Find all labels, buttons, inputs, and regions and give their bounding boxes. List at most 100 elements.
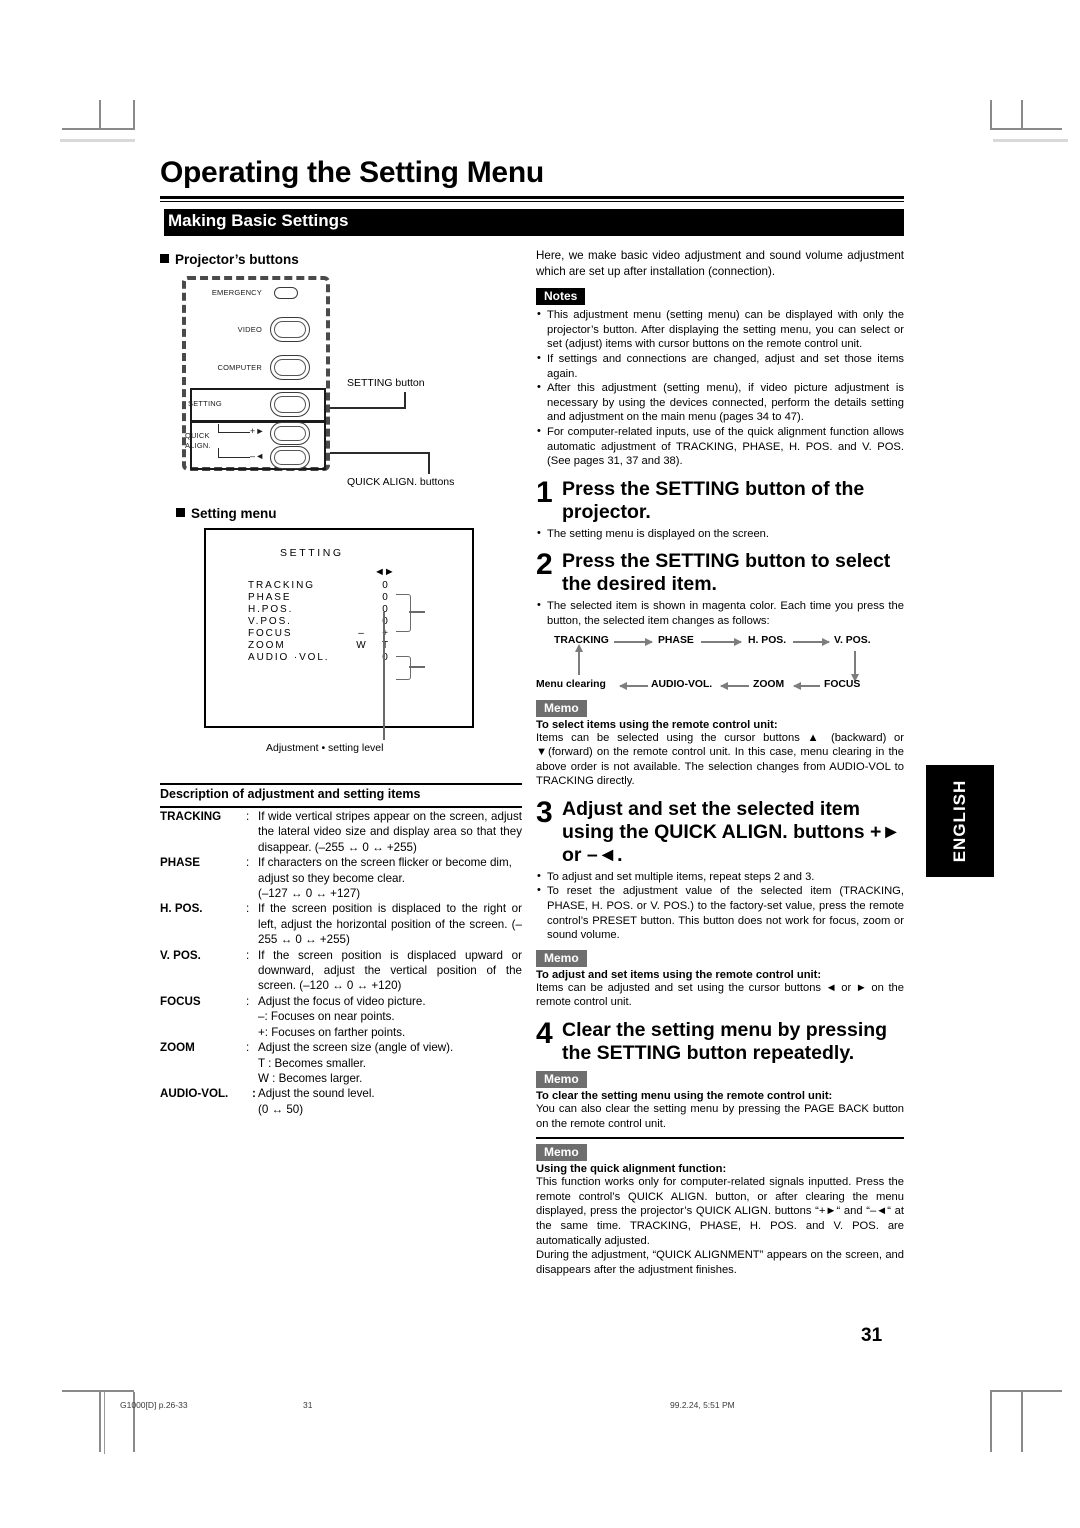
memo-divider-rule: [536, 1137, 904, 1140]
setting-button[interactable]: [270, 392, 310, 417]
desc-rule-bottom: [160, 806, 522, 808]
desc-colon-4: :: [246, 994, 250, 1008]
computer-button[interactable]: [270, 355, 310, 380]
flow-arrow-audiovol-menuclear: [619, 681, 648, 690]
desc-body-focus: Adjust the focus of video picture. –: Fo…: [258, 994, 522, 1040]
label-setting: SETTING: [188, 399, 222, 408]
desc-term-phase: PHASE: [160, 856, 200, 870]
flow-arrow-focus-zoom: [793, 681, 820, 690]
desc-term-tracking: TRACKING: [160, 810, 222, 823]
flow-arrow-vpos-focus: [851, 650, 859, 682]
desc-row-hpos: H. POS. : If the screen position is disp…: [160, 901, 522, 947]
desc-body-focus-near: –: Focuses on near points.: [258, 1010, 395, 1024]
video-button-inner: [274, 321, 306, 338]
step-4: 4 Clear the setting menu by pressing the…: [536, 1019, 904, 1065]
memo-tag-1: Memo: [536, 699, 587, 717]
section-banner: Making Basic Settings: [160, 209, 904, 236]
setting-callout-h: [330, 407, 406, 409]
step-3-bullet-1: To adjust and set multiple items, repeat…: [536, 869, 904, 885]
desc-body-hpos: If the screen position is displaced to t…: [258, 902, 522, 947]
step-3-bullet-2: To reset the adjustment value of the sel…: [536, 883, 904, 942]
step-1-number: 1: [536, 475, 553, 509]
memo-3-body: You can also clear the setting menu by p…: [536, 1103, 904, 1130]
setting-callout-v: [404, 392, 406, 408]
crop-mark-br-v: [990, 1392, 992, 1452]
menu-val-zoom-w: W: [356, 640, 366, 651]
desc-body-audiovol: Adjust the sound level. (0 ↔ 50): [258, 1086, 522, 1117]
bracket-lower: [396, 656, 411, 680]
desc-term-zoom: ZOOM: [160, 1041, 195, 1055]
flow-node-vpos: V. POS.: [834, 634, 871, 646]
desc-colon-0: :: [246, 810, 250, 823]
note-item-3: After this adjustment (setting menu), if…: [536, 380, 904, 425]
step-1-heading: Press the SETTING button of the projecto…: [562, 477, 865, 523]
desc-term-hpos: H. POS.: [160, 902, 203, 916]
quick-align-minus-button[interactable]: [270, 446, 310, 469]
page-title: Operating the Setting Menu: [160, 156, 544, 189]
right-column: Here, we make basic video adjustment and…: [536, 248, 904, 1277]
memo-tag-3: Memo: [536, 1071, 587, 1089]
computer-button-inner: [274, 359, 306, 376]
memo-1-body: Items can be selected using the cursor b…: [536, 731, 904, 788]
setting-button-inner: [274, 396, 306, 413]
title-rule-thick: [160, 196, 904, 199]
crop-mark-bl-v2: [99, 1392, 101, 1452]
memo-2-body: Items can be adjusted and set using the …: [536, 981, 904, 1009]
desc-row-audiovol: AUDIO-VOL. : Adjust the sound level. (0 …: [160, 1086, 522, 1117]
flow-node-menu-clearing: Menu clearing: [536, 678, 606, 690]
quick-minus-symbol: –◄: [250, 451, 265, 461]
english-side-tab-label: ENGLISH: [950, 779, 969, 863]
bracket-upper: [396, 594, 411, 632]
label-align: ALIGN.: [185, 441, 211, 450]
desc-body-tracking: If wide vertical stripes appear on the s…: [258, 810, 522, 854]
note-item-1: This adjustment menu (setting menu) can …: [536, 307, 904, 352]
desc-body-zoom-w: W : Becomes larger.: [258, 1071, 363, 1085]
memo-4-tag-wrap: Memo: [536, 1143, 904, 1162]
desc-colon-2: :: [246, 902, 250, 916]
bracket-lower-stem: [409, 666, 425, 668]
desc-body-audiovol-range: (0 ↔ 50): [258, 1102, 304, 1116]
desc-term-vpos: V. POS.: [160, 948, 201, 962]
note-item-4: For computer-related inputs, use of the …: [536, 424, 904, 469]
crop-mark-bl-h: [62, 1390, 134, 1392]
flow-node-audiovol: AUDIO-VOL.: [651, 678, 713, 690]
flow-node-hpos: H. POS.: [748, 634, 787, 646]
step-2-bullet-1: The selected item is shown in magenta co…: [536, 598, 904, 628]
menu-row-tracking: TRACKING: [248, 580, 315, 591]
step-3-number: 3: [536, 795, 553, 829]
quickalign-callout-h: [330, 452, 430, 454]
flow-arrow-hpos-vpos: [793, 637, 830, 646]
document-page: Operating the Setting Menu Making Basic …: [0, 0, 1080, 1528]
step-4-heading: Clear the setting menu by pressing the S…: [562, 1019, 888, 1065]
video-button[interactable]: [270, 317, 310, 342]
menu-val-focus-plus: +: [382, 628, 388, 639]
notes-tag-wrap: Notes: [536, 287, 904, 306]
memo-2-heading: To adjust and set items using the remote…: [536, 968, 822, 981]
memo-4-body-2: During the adjustment, “QUICK ALIGNMENT”…: [536, 1249, 904, 1276]
crop-mark-tr-v: [990, 100, 992, 130]
crop-mark-tl-light: [60, 139, 135, 142]
footer-center: 31: [303, 1400, 313, 1410]
menu-val-phase: 0: [382, 592, 388, 603]
crop-mark-tr-light: [993, 139, 1068, 142]
step-2: 2 Press the SETTING button to select the…: [536, 550, 904, 596]
menu-row-focus: FOCUS: [248, 628, 293, 639]
adjustment-level-caption: Adjustment • setting level: [266, 742, 384, 754]
desc-body-vpos: If the screen position is displaced upwa…: [258, 948, 522, 993]
menu-val-tracking: 0: [382, 580, 388, 591]
step-3: 3 Adjust and set the selected item using…: [536, 795, 904, 867]
quickalign-callout-v: [428, 452, 430, 474]
quick-align-plus-button[interactable]: [270, 422, 310, 445]
flow-node-focus: FOCUS: [824, 678, 861, 690]
desc-colon-1: :: [246, 856, 250, 870]
menu-row-vpos: V.POS.: [248, 616, 292, 627]
desc-body-phase-range: (–127 ↔ 0 ↔ +127): [258, 887, 361, 901]
step-1: 1 Press the SETTING button of the projec…: [536, 475, 904, 524]
memo-1-heading: To select items using the remote control…: [536, 718, 778, 731]
setting-button-callout: SETTING button: [347, 377, 425, 389]
intro-paragraph: Here, we make basic video adjustment and…: [536, 249, 904, 278]
projector-buttons-heading: Projector’s buttons: [160, 252, 299, 267]
banner-notch: [160, 209, 164, 236]
step-1-bullets: The setting menu is displayed on the scr…: [536, 526, 904, 542]
flow-node-zoom: ZOOM: [753, 678, 785, 690]
